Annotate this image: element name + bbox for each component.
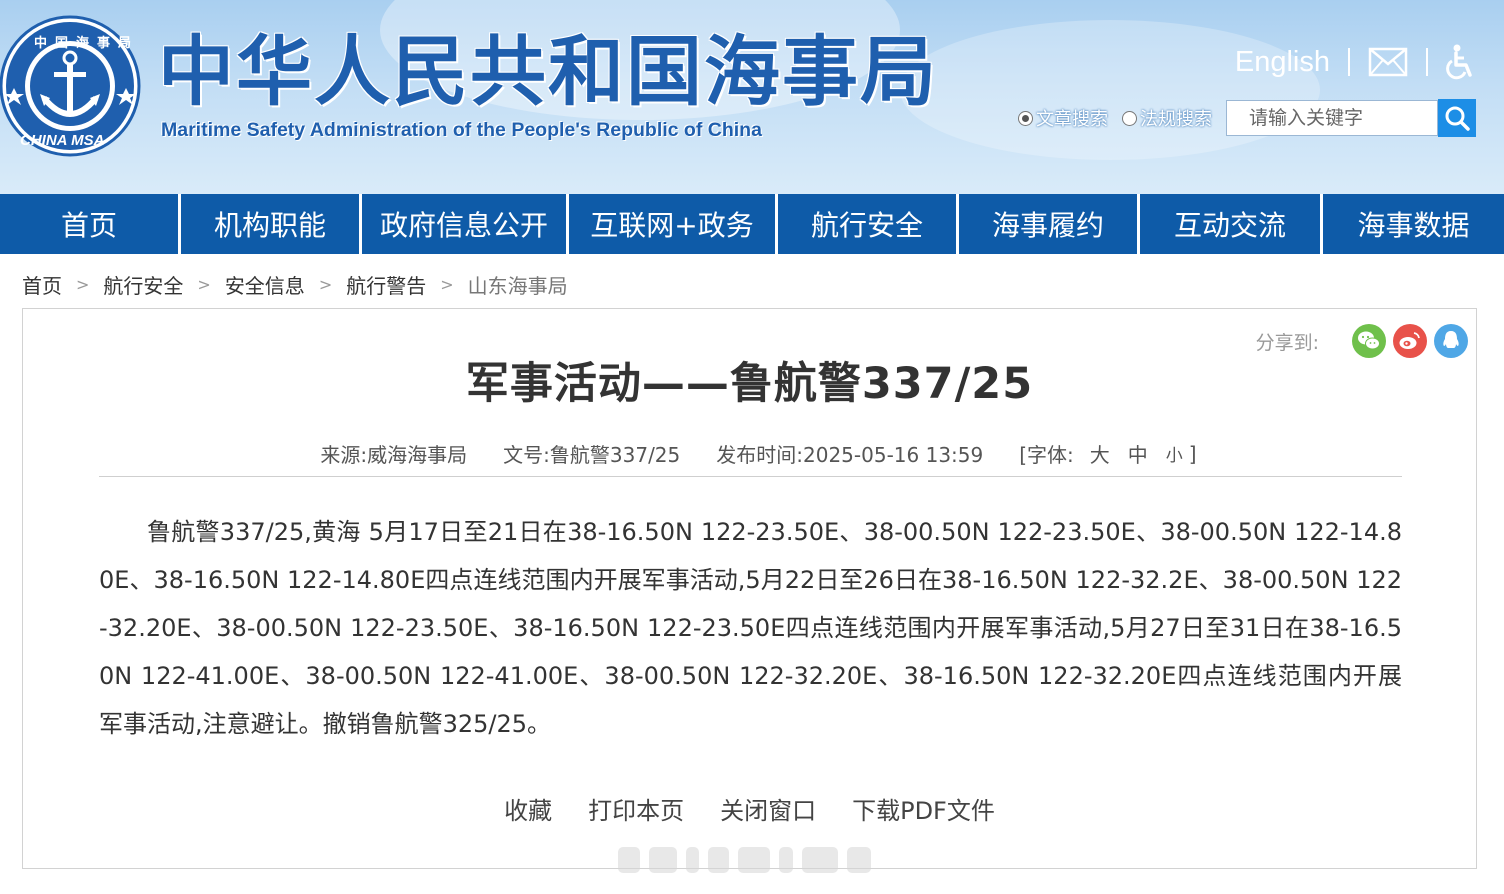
favorite-button[interactable]: 收藏: [504, 791, 552, 826]
logo-bottom-text: CHINA MSA: [20, 132, 105, 149]
watermark-overlay: [618, 842, 880, 878]
site-subtitle: Maritime Safety Administration of the Pe…: [161, 119, 762, 141]
radio-unchecked-icon: [1122, 110, 1137, 126]
font-size-bracket: ]: [1188, 441, 1197, 466]
breadcrumb-navigation-safety[interactable]: 航行安全: [103, 270, 183, 299]
article-title: 军事活动——鲁航警337/25: [465, 359, 1034, 409]
breadcrumb: 首页 > 航行安全 > 安全信息 > 航行警告 > 山东海事局: [22, 268, 568, 300]
font-size-label: [字体:: [1019, 443, 1074, 467]
nav-internet-gov[interactable]: 互联网+政务: [569, 194, 778, 254]
mail-button[interactable]: [1368, 47, 1408, 77]
nav-compliance[interactable]: 海事履约: [959, 194, 1140, 254]
site-title: 中华人民共和国海事局: [158, 27, 938, 116]
search-icon: [1445, 106, 1470, 131]
logo-top-text: 中国海事局: [34, 36, 140, 51]
breadcrumb-separator: >: [318, 274, 333, 294]
close-window-button[interactable]: 关闭窗口: [720, 791, 816, 826]
search-bar: 文章搜索 法规搜索: [1018, 99, 1476, 137]
article-source: 来源:威海海事局: [320, 443, 468, 467]
font-size-large[interactable]: 大: [1090, 439, 1110, 468]
search-button[interactable]: [1438, 99, 1476, 137]
radio-law-label: 法规搜索: [1140, 109, 1212, 130]
radio-article-search[interactable]: 文章搜索: [1018, 105, 1108, 131]
breadcrumb-separator: >: [440, 274, 454, 294]
radio-checked-icon: [1018, 110, 1033, 126]
english-link[interactable]: English: [1235, 46, 1330, 79]
article-container: 分享到: 军事活动——鲁航警337/25 来源:威海海事局 文号:鲁航警337/…: [22, 308, 1477, 869]
breadcrumb-separator: >: [197, 274, 211, 294]
radio-law-search[interactable]: 法规搜索: [1122, 105, 1212, 131]
nav-functions[interactable]: 机构职能: [181, 194, 362, 254]
accessibility-icon: [1446, 44, 1472, 80]
print-button[interactable]: 打印本页: [588, 791, 684, 826]
article-meta: 来源:威海海事局 文号:鲁航警337/25 发布时间:2025-05-16 13…: [23, 439, 1476, 468]
divider: [1348, 48, 1350, 76]
article-actions: 收藏 打印本页 关闭窗口 下载PDF文件: [23, 791, 1476, 826]
font-size-medium[interactable]: 中: [1128, 439, 1148, 468]
breadcrumb-home[interactable]: 首页: [22, 270, 62, 299]
divider: [99, 476, 1402, 477]
radio-article-label: 文章搜索: [1036, 109, 1108, 130]
mail-icon: [1368, 47, 1408, 77]
top-links: English: [1235, 42, 1474, 82]
breadcrumb-safety-info[interactable]: 安全信息: [225, 270, 305, 299]
search-input[interactable]: [1226, 100, 1438, 136]
breadcrumb-separator: >: [76, 274, 90, 294]
font-size-small[interactable]: 小: [1166, 441, 1183, 466]
nav-interaction[interactable]: 互动交流: [1140, 194, 1323, 254]
header-cloud-decoration: [900, 20, 1320, 160]
nav-home[interactable]: 首页: [0, 194, 181, 254]
breadcrumb-nav-warnings[interactable]: 航行警告: [346, 270, 426, 299]
article-doc-number: 文号:鲁航警337/25: [503, 443, 681, 467]
msa-logo[interactable]: 中国海事局 CHINA MSA: [0, 14, 144, 158]
nav-data[interactable]: 海事数据: [1323, 194, 1504, 254]
divider: [1426, 48, 1428, 76]
nav-navigation-safety[interactable]: 航行安全: [778, 194, 959, 254]
accessibility-button[interactable]: [1446, 44, 1474, 80]
article-publish-time: 发布时间:2025-05-16 13:59: [716, 443, 984, 467]
site-header: 中国海事局 CHINA MSA 中华人民共和国海事局 Maritime Safe…: [0, 0, 1504, 194]
article-body: 鲁航警337/25,黄海 5月17日至21日在38-16.50N 122-23.…: [99, 518, 1402, 738]
breadcrumb-shandong[interactable]: 山东海事局: [468, 270, 568, 299]
download-pdf-button[interactable]: 下载PDF文件: [852, 791, 995, 826]
nav-gov-info[interactable]: 政府信息公开: [362, 194, 569, 254]
main-nav: 首页 机构职能 政府信息公开 互联网+政务 航行安全 海事履约 互动交流 海事数…: [0, 194, 1504, 254]
